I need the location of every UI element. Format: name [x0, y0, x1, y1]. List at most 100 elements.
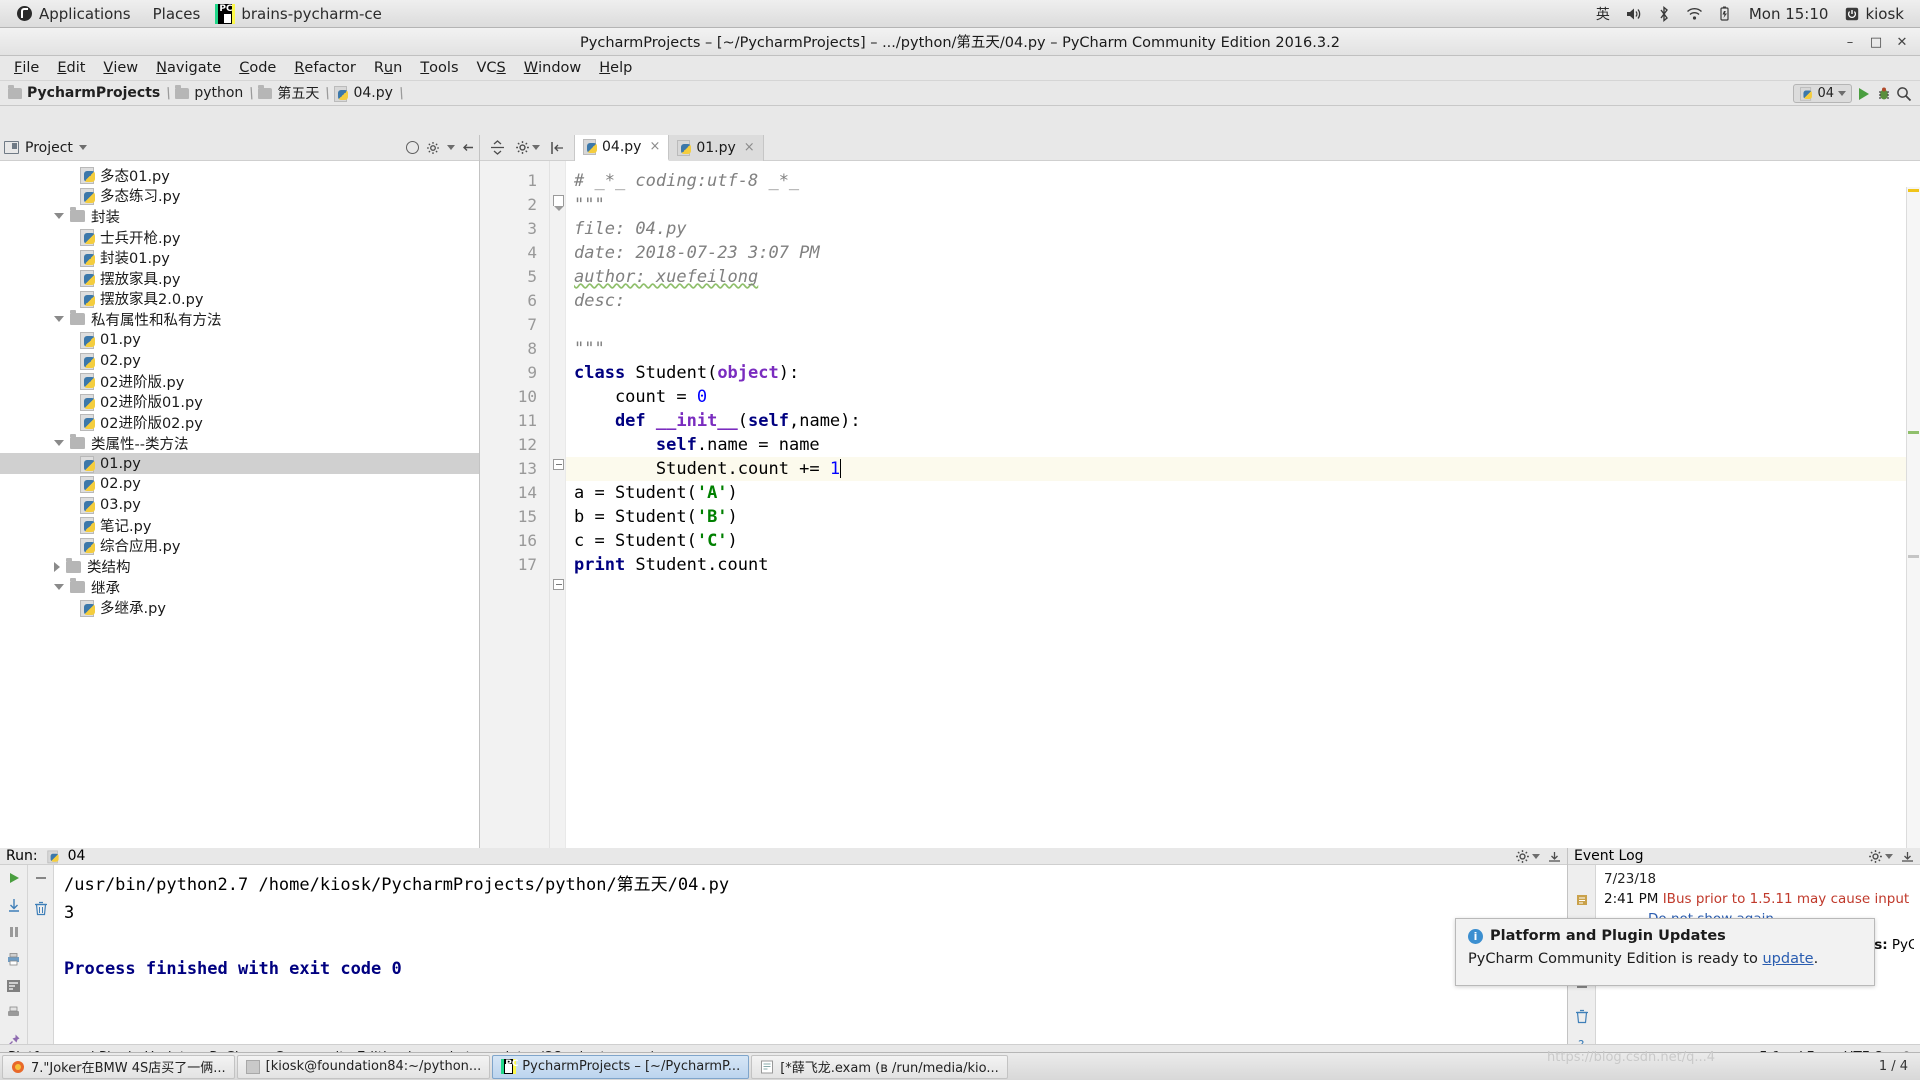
line-number[interactable]: 8 [480, 337, 549, 361]
trash-icon[interactable] [1573, 1007, 1591, 1025]
code-line[interactable]: """ [566, 337, 1920, 361]
bluetooth-icon[interactable] [1651, 0, 1677, 28]
taskbar-item-pycharm[interactable]: PycharmProjects – [~/PycharmP... [492, 1054, 750, 1079]
tree-node[interactable]: 封装 [0, 206, 479, 227]
hide-panel-icon[interactable] [1548, 850, 1561, 863]
tree-node[interactable]: 类结构 [0, 556, 479, 577]
chevron-right-icon[interactable] [54, 561, 60, 572]
menu-file[interactable]: File [5, 57, 48, 79]
debug-button[interactable] [1875, 85, 1892, 102]
trash-icon[interactable] [32, 899, 50, 917]
chevron-down-icon[interactable] [54, 316, 64, 323]
code-text[interactable]: # _*_ coding:utf-8 _*_ """ file: 04.py date… [566, 161, 1920, 848]
battery-icon[interactable] [1712, 0, 1738, 28]
line-number[interactable]: 9 [480, 361, 549, 385]
gear-icon[interactable] [1515, 849, 1530, 864]
scroll-down-button[interactable] [5, 896, 23, 914]
event-log-entry[interactable]: 2:41 PM IBus prior to 1.5.11 may cause i… [1604, 890, 1914, 908]
tree-node[interactable]: 多继承.py [0, 597, 479, 618]
rerun-button[interactable] [5, 869, 23, 887]
code-folding-gutter[interactable] [550, 161, 566, 848]
editor-tab[interactable]: 01.py × [669, 134, 764, 161]
tree-node[interactable]: 03.py [0, 495, 479, 516]
line-number[interactable]: 5 [480, 265, 549, 289]
clock[interactable]: Mon 15:10 [1740, 0, 1838, 28]
menu-navigate[interactable]: Navigate [147, 57, 230, 79]
chevron-down-icon[interactable] [54, 584, 64, 591]
line-number[interactable]: 4 [480, 241, 549, 265]
workspace-indicator[interactable]: 1 / 4 [1879, 1059, 1908, 1074]
code-line[interactable]: date: 2018-07-23 3:07 PM [566, 241, 1920, 265]
code-line[interactable]: file: 04.py [566, 217, 1920, 241]
taskbar-item-editor[interactable]: [*薛飞龙.exam (в /run/media/kio... [751, 1054, 1008, 1079]
fold-marker-def[interactable] [553, 459, 564, 470]
hide-panel-icon[interactable] [1901, 850, 1914, 863]
fold-marker-docstring[interactable] [553, 195, 564, 211]
line-number[interactable]: 3 [480, 217, 549, 241]
tree-node[interactable]: 类属性--类方法 [0, 433, 479, 454]
menu-code[interactable]: Code [230, 57, 285, 79]
taskbar-item-terminal[interactable]: [kiosk@foundation84:~/python... [236, 1054, 491, 1079]
chevron-down-icon[interactable] [1885, 853, 1893, 859]
code-line[interactable]: c = Student('C') [566, 529, 1920, 553]
fold-marker-body[interactable] [553, 579, 564, 590]
tree-node[interactable]: 私有属性和私有方法 [0, 309, 479, 330]
breadcrumb-item-0[interactable]: PycharmProjects [6, 84, 164, 102]
tree-node[interactable]: 摆放家具.py [0, 268, 479, 289]
editor-marker-strip[interactable] [1906, 187, 1920, 848]
pause-button[interactable] [5, 923, 23, 941]
tree-node[interactable]: 02进阶版01.py [0, 392, 479, 413]
tree-node[interactable]: 多态练习.py [0, 186, 479, 207]
menu-run[interactable]: Run [365, 57, 411, 79]
line-number[interactable]: 16 [480, 529, 549, 553]
warning-marker[interactable] [1908, 189, 1919, 192]
menu-view[interactable]: View [94, 57, 147, 79]
tree-node[interactable]: 综合应用.py [0, 536, 479, 557]
tree-node[interactable]: 02.py [0, 474, 479, 495]
chevron-down-icon[interactable] [1532, 853, 1540, 859]
tree-node[interactable]: 摆放家具2.0.py [0, 289, 479, 310]
code-line[interactable]: a = Student('A') [566, 481, 1920, 505]
change-marker[interactable] [1908, 555, 1919, 558]
minus-icon[interactable] [32, 869, 50, 887]
taskbar-item-firefox[interactable]: 7."Joker在BMW 4S店买了一俩... [2, 1054, 235, 1079]
chevron-down-icon[interactable] [78, 145, 87, 150]
chevron-down-icon[interactable] [447, 145, 455, 150]
tree-node[interactable]: 继承 [0, 577, 479, 598]
tree-node[interactable]: 02进阶版.py [0, 371, 479, 392]
code-line[interactable]: """ [566, 193, 1920, 217]
window-list-button-pycharm[interactable]: brains-pycharm-ce [211, 0, 392, 28]
gear-icon[interactable] [1868, 849, 1883, 864]
update-link[interactable]: update [1762, 951, 1813, 967]
menu-tools[interactable]: Tools [411, 57, 467, 79]
code-line[interactable] [566, 313, 1920, 337]
code-line[interactable]: count = 0 [566, 385, 1920, 409]
line-number[interactable]: 14 [480, 481, 549, 505]
code-line[interactable]: print Student.count [566, 553, 1920, 577]
code-line[interactable]: Student.count += 1 [566, 457, 1920, 481]
search-everywhere-button[interactable] [1895, 85, 1912, 102]
chevron-down-icon[interactable] [54, 440, 64, 447]
code-line[interactable]: # _*_ coding:utf-8 _*_ [566, 169, 1920, 193]
code-editor[interactable]: 1 2 3 4 5 6 7 8 9 10 11 12 13 14 15 16 17 # _*_ coding:u… [480, 161, 1920, 848]
maximize-button[interactable]: □ [1864, 31, 1888, 53]
run-button[interactable] [1855, 85, 1872, 102]
close-tab-icon[interactable]: × [649, 139, 660, 154]
settings-icon[interactable] [1573, 891, 1591, 909]
close-button[interactable]: ✕ [1890, 31, 1914, 53]
line-number[interactable]: 1 [480, 169, 549, 193]
line-number[interactable]: 17 [480, 553, 549, 577]
soft-wrap-button[interactable] [5, 977, 23, 995]
line-number[interactable]: 13 [480, 457, 549, 481]
hide-panel-icon[interactable] [550, 141, 564, 155]
close-tab-icon[interactable]: × [744, 140, 755, 155]
editor-tab-strip[interactable]: 04.py × 01.py × [575, 134, 764, 161]
code-line[interactable]: desc: [566, 289, 1920, 313]
code-line[interactable]: def __init__(self,name): [566, 409, 1920, 433]
tree-node[interactable]: 封装01.py [0, 247, 479, 268]
tree-node[interactable]: 01.py [0, 453, 479, 474]
project-file-tree[interactable]: 多态01.py 多态练习.py 封装 士兵开枪.py 封装01.py 摆放家具.py 摆放家… [0, 161, 479, 848]
breadcrumb-item-3[interactable]: 04.py [332, 84, 396, 102]
menu-edit[interactable]: Edit [48, 57, 94, 79]
chevron-down-icon[interactable] [54, 213, 64, 220]
